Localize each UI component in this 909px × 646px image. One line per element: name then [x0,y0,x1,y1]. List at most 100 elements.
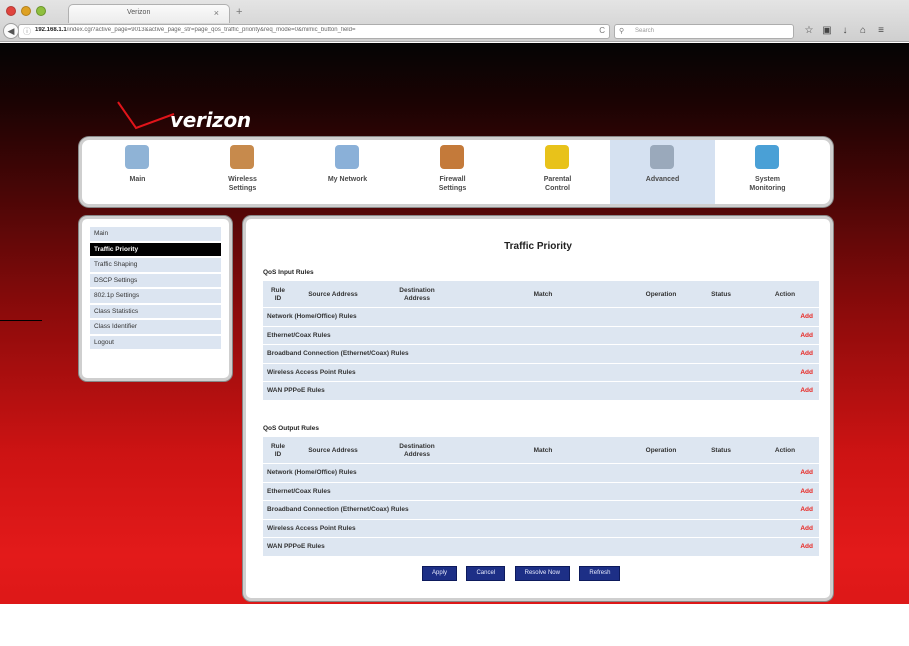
url-text: 192.168.1.1/index.cgi?active_page=9013&a… [35,27,585,33]
input-rules-title: QoS Input Rules [263,269,314,276]
rule-group-label: Network (Home/Office) Rules [267,469,357,476]
rule-group-label: Ethernet/Coax Rules [267,487,331,495]
nav-my-network[interactable]: My Network [295,140,400,204]
sidebar-item-traffic-shaping[interactable]: Traffic Shaping [90,258,221,272]
search-placeholder: Search [635,28,655,34]
table-row: WAN PPPoE Rules Add [263,538,819,557]
add-rule-link[interactable]: Add [800,313,813,320]
browser-toolbar: Verizon × + ◀ ⓘ 192.168.1.1/index.cgi?ac… [0,0,909,42]
rule-group-label: WAN PPPoE Rules [267,387,325,394]
clipboard-icon[interactable]: ▣ [818,25,836,36]
sidebar-item-class-statistics[interactable]: Class Statistics [90,304,221,318]
new-tab-button[interactable]: + [236,6,242,18]
add-rule-link[interactable]: Add [800,332,813,339]
network-icon [335,145,359,169]
rule-group-label: Wireless Access Point Rules [267,368,356,376]
search-bar[interactable]: ⚲ Search [614,24,794,39]
nav-label: Firewall Settings [438,176,467,192]
main-icon [125,145,149,169]
col-action: Action [774,446,796,454]
table-row: Ethernet/Coax Rules Add [263,483,819,501]
add-rule-link[interactable]: Add [800,506,813,513]
divider-line [0,320,42,321]
nav-wireless-settings[interactable]: Wireless Settings [190,140,295,204]
resolve-now-button[interactable]: Resolve Now [514,566,570,581]
verizon-check-logo-icon [117,101,175,130]
col-status: Status [711,446,731,454]
col-match: Match [533,290,553,298]
menu-icon[interactable]: ≡ [872,25,890,36]
close-window-button[interactable] [6,6,16,16]
browser-tab[interactable]: Verizon × [68,4,230,23]
home-icon[interactable]: ⌂ [854,25,872,36]
nav-advanced[interactable]: Advanced [610,140,715,204]
col-rule-id: Rule ID [270,442,286,458]
add-rule-link[interactable]: Add [800,469,813,476]
apply-button[interactable]: Apply [422,566,458,581]
main-panel: Traffic Priority QoS Input Rules Rule ID… [243,216,833,601]
browser-nav-icons: ☆ ▣ ↓ ⌂ ≡ [800,25,890,36]
col-destination-address: Destination Address [399,442,435,458]
tab-title: Verizon [127,9,151,16]
sidebar-item-main[interactable]: Main [90,227,221,241]
refresh-button[interactable]: Refresh [579,566,621,581]
address-bar[interactable]: ⓘ 192.168.1.1/index.cgi?active_page=9013… [18,24,610,39]
add-rule-link[interactable]: Add [800,369,813,376]
table-row: Network (Home/Office) Rules Add [263,464,819,483]
nav-main[interactable]: Main [85,140,190,204]
sidebar-item-class-identifier[interactable]: Class Identifier [90,320,221,334]
sidebar-item-logout[interactable]: Logout [90,335,221,349]
nav-label: System Monitoring [749,176,786,192]
sidebar-item-8021p-settings[interactable]: 802.1p Settings [90,289,221,303]
nav-label: Parental Control [543,176,572,192]
table-row: Wireless Access Point Rules Add [263,520,819,538]
nav-label: Advanced [645,176,680,183]
col-operation: Operation [645,290,677,298]
add-rule-link[interactable]: Add [800,525,813,532]
rule-group-label: Ethernet/Coax Rules [267,331,331,339]
rule-group-label: Network (Home/Office) Rules [267,313,357,320]
page-title: Traffic Priority [504,241,572,252]
output-rules-table: Rule ID Source Address Destination Addre… [263,437,819,557]
url-host: 192.168.1.1 [35,27,67,33]
verizon-logo: verizon [170,108,251,132]
url-path: /index.cgi?active_page=9013&active_page_… [66,27,356,33]
table-header: Rule ID Source Address Destination Addre… [263,437,819,464]
add-rule-link[interactable]: Add [800,387,813,394]
add-rule-link[interactable]: Add [800,350,813,357]
zoom-window-button[interactable] [36,6,46,16]
site-info-icon[interactable]: ⓘ [23,26,31,37]
firewall-icon [440,145,464,169]
rule-group-label: Wireless Access Point Rules [267,524,356,532]
parental-icon [545,145,569,169]
nav-system-monitoring[interactable]: System Monitoring [715,140,820,204]
advanced-icon [650,145,674,169]
sidebar: Main Traffic Priority Traffic Shaping DS… [79,216,232,381]
add-rule-link[interactable]: Add [800,543,813,550]
cancel-button[interactable]: Cancel [466,566,506,581]
star-icon[interactable]: ☆ [800,25,818,36]
reload-icon[interactable]: C [599,26,605,35]
minimize-window-button[interactable] [21,6,31,16]
add-rule-link[interactable]: Add [800,488,813,495]
table-header: Rule ID Source Address Destination Addre… [263,281,819,308]
rule-group-label: Broadband Connection (Ethernet/Coax) Rul… [267,350,409,357]
col-status: Status [711,290,731,298]
table-row: Broadband Connection (Ethernet/Coax) Rul… [263,501,819,520]
nav-firewall-settings[interactable]: Firewall Settings [400,140,505,204]
sidebar-item-dscp-settings[interactable]: DSCP Settings [90,273,221,287]
search-icon: ⚲ [619,28,625,35]
back-button[interactable]: ◀ [3,23,19,39]
download-icon[interactable]: ↓ [836,25,854,36]
wireless-icon [230,145,254,169]
col-destination-address: Destination Address [399,286,435,302]
rule-group-label: Broadband Connection (Ethernet/Coax) Rul… [267,506,409,513]
col-source-address: Source Address [308,290,358,298]
sidebar-item-traffic-priority[interactable]: Traffic Priority [90,242,221,256]
input-rules-table: Rule ID Source Address Destination Addre… [263,281,819,401]
close-tab-icon[interactable]: × [214,8,219,18]
nav-parental-control[interactable]: Parental Control [505,140,610,204]
nav-label: Wireless Settings [228,176,257,192]
col-operation: Operation [645,446,677,454]
col-action: Action [774,290,796,298]
